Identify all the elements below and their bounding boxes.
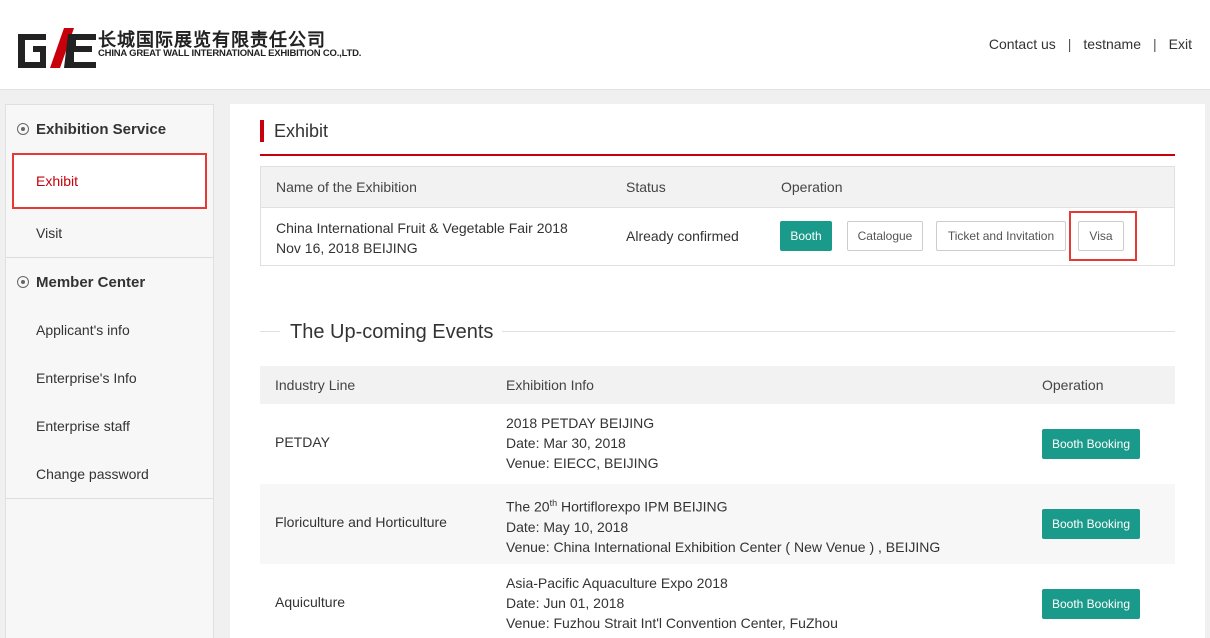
exhibition-info-cell: The 20th Hortiflorexpo IPM BEIJING Date:…	[506, 493, 940, 557]
sidebar: Exhibition Service Exhibit Visit Member …	[5, 104, 214, 638]
visa-highlight-box	[1069, 211, 1137, 261]
nav-separator: |	[1153, 36, 1157, 52]
event-name: 2018 PETDAY BEIJING	[506, 415, 655, 431]
top-nav: Contact us | testname | Exit	[989, 36, 1192, 52]
booth-button[interactable]: Booth	[780, 221, 832, 251]
column-header-name: Name of the Exhibition	[276, 179, 417, 195]
exhibition-date: Nov 16, 2018 BEIJING	[276, 240, 418, 256]
table-row: Aquiculture Asia-Pacific Aquaculture Exp…	[260, 564, 1175, 638]
event-name-part: Hortiflorexpo IPM BEIJING	[557, 498, 728, 515]
table-row: China International Fruit & Vegetable Fa…	[261, 207, 1174, 265]
industry-cell: PETDAY	[275, 434, 330, 450]
ordinal-suffix: th	[549, 498, 558, 508]
company-logo[interactable]: 长城国际展览有限责任公司 CHINA GREAT WALL INTERNATIO…	[16, 26, 361, 70]
section-line	[502, 331, 1175, 332]
event-name: The 20th Hortiflorexpo IPM BEIJING	[506, 493, 940, 517]
sidebar-item-visit[interactable]: Visit	[6, 209, 213, 257]
sidebar-item-exhibit[interactable]: Exhibit	[12, 153, 207, 209]
title-divider	[260, 154, 1175, 156]
column-header-status: Status	[626, 179, 666, 195]
upcoming-events-table: Industry Line Exhibition Info Operation …	[260, 366, 1175, 638]
circle-bullet-icon	[17, 276, 29, 288]
table-header: Name of the Exhibition Status Operation	[261, 167, 1174, 207]
event-venue: Venue: EIECC, BEIJING	[506, 455, 659, 471]
column-header-industry: Industry Line	[275, 377, 356, 393]
industry-cell: Aquiculture	[275, 594, 346, 610]
table-row: PETDAY 2018 PETDAY BEIJING Date: Mar 30,…	[260, 404, 1175, 484]
sidebar-group-exhibition-service: Exhibition Service	[6, 105, 213, 153]
sidebar-group-member-center: Member Center	[6, 258, 213, 306]
exhibition-name-cell: China International Fruit & Vegetable Fa…	[276, 218, 568, 258]
exit-link[interactable]: Exit	[1169, 36, 1192, 52]
table-header: Industry Line Exhibition Info Operation	[260, 366, 1175, 404]
event-venue: Venue: Fuzhou Strait Int'l Convention Ce…	[506, 615, 838, 631]
column-header-info: Exhibition Info	[506, 377, 594, 393]
username-link[interactable]: testname	[1083, 36, 1141, 52]
booth-booking-button[interactable]: Booth Booking	[1042, 589, 1140, 619]
sidebar-group-label: Member Center	[36, 273, 146, 291]
exhibit-table: Name of the Exhibition Status Operation …	[260, 166, 1175, 266]
sidebar-group-label: Exhibition Service	[36, 120, 167, 138]
sidebar-item-enterprise-staff[interactable]: Enterprise staff	[6, 402, 213, 450]
nav-separator: |	[1067, 36, 1072, 52]
booth-booking-button[interactable]: Booth Booking	[1042, 429, 1140, 459]
sidebar-item-enterprise-info[interactable]: Enterprise's Info	[6, 354, 213, 402]
gie-logo-icon	[18, 28, 96, 68]
industry-cell: Floriculture and Horticulture	[275, 514, 447, 530]
booth-booking-button[interactable]: Booth Booking	[1042, 509, 1140, 539]
event-date: Date: Mar 30, 2018	[506, 435, 626, 451]
exhibition-name: China International Fruit & Vegetable Fa…	[276, 220, 568, 236]
sidebar-item-applicant-info[interactable]: Applicant's info	[6, 306, 213, 354]
logo-english-name: CHINA GREAT WALL INTERNATIONAL EXHIBITIO…	[98, 48, 362, 59]
site-header: 长城国际展览有限责任公司 CHINA GREAT WALL INTERNATIO…	[0, 0, 1210, 90]
column-header-operation: Operation	[781, 179, 843, 195]
circle-bullet-icon	[17, 123, 29, 135]
status-text: Already confirmed	[626, 228, 739, 244]
event-name: Asia-Pacific Aquaculture Expo 2018	[506, 575, 728, 591]
sidebar-divider	[6, 498, 213, 499]
catalogue-button[interactable]: Catalogue	[847, 221, 923, 251]
sidebar-item-change-password[interactable]: Change password	[6, 450, 213, 498]
upcoming-section-header: The Up-coming Events	[260, 320, 1175, 344]
ticket-invitation-button[interactable]: Ticket and Invitation	[936, 221, 1066, 251]
contact-us-link[interactable]: Contact us	[989, 36, 1056, 52]
section-line	[260, 331, 280, 332]
event-name-part: The 20	[506, 498, 550, 515]
column-header-operation: Operation	[1042, 377, 1104, 393]
exhibition-info-cell: 2018 PETDAY BEIJING Date: Mar 30, 2018 V…	[506, 413, 659, 473]
exhibition-info-cell: Asia-Pacific Aquaculture Expo 2018 Date:…	[506, 573, 838, 633]
upcoming-title: The Up-coming Events	[290, 320, 494, 344]
event-venue: Venue: China International Exhibition Ce…	[506, 538, 941, 555]
event-date: Date: Jun 01, 2018	[506, 595, 625, 611]
main-panel: Exhibit Name of the Exhibition Status Op…	[230, 104, 1205, 638]
event-date: Date: May 10, 2018	[506, 518, 629, 535]
page-title: Exhibit	[260, 120, 328, 142]
table-row: Floriculture and Horticulture The 20th H…	[260, 484, 1175, 564]
